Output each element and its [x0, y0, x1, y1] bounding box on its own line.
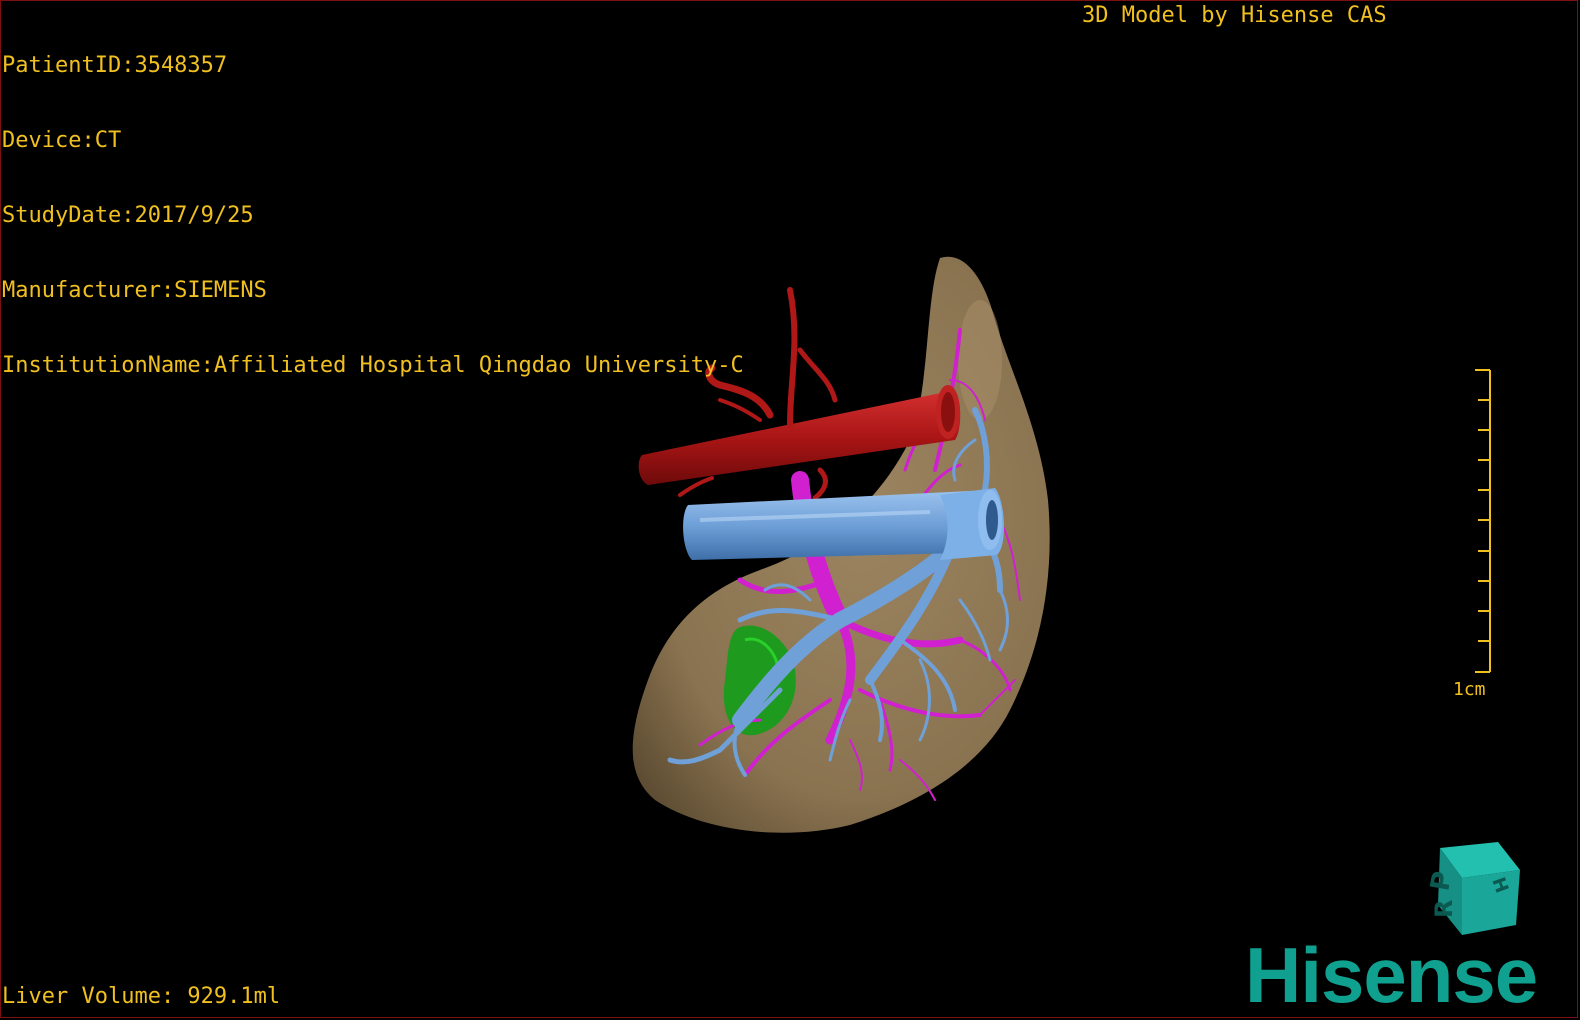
viewport-border: [0, 0, 1578, 1018]
